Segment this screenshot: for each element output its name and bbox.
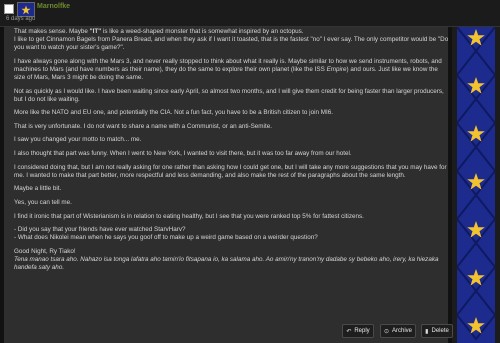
archive-button[interactable]: ⊙ Archive [380, 324, 416, 338]
select-checkbox[interactable] [4, 4, 14, 14]
post-body: That makes sense. Maybe "IT" is like a w… [14, 28, 450, 278]
paragraph: I saw you changed your motto to match...… [14, 136, 142, 144]
paragraph: I have always gone along with the Mars 3… [14, 57, 442, 81]
post-header: Marnolfke 6 days ago [0, 0, 500, 27]
reply-icon: ↶ [346, 328, 352, 335]
avatar[interactable] [17, 2, 35, 17]
username-link[interactable]: Marnolfke [37, 3, 70, 10]
paragraph: Maybe a little bit. [14, 185, 62, 193]
paragraph: Good Night, Ry Tiako! Tena manao tsara ah… [14, 247, 439, 271]
paragraph: That is very unfortunate. I do not want … [14, 122, 272, 130]
paragraph: Not as quickly as I would like. I have b… [14, 87, 444, 103]
archive-icon: ⊙ [383, 328, 389, 335]
reply-button[interactable]: ↶ Reply [342, 324, 374, 338]
star-flag-icon [21, 5, 31, 14]
paragraph: I find it ironic that part of Wisteriani… [14, 212, 364, 220]
paragraph: I considered doing that, but I am not re… [14, 163, 447, 179]
paragraph: More like the NATO and EU one, and poten… [14, 109, 333, 117]
paragraph: I also thought that part was funny. When… [14, 150, 352, 158]
delete-button[interactable]: ▮ Delete [421, 324, 453, 338]
star-pattern-icon [457, 27, 495, 341]
flag-banner [457, 27, 495, 343]
post-timestamp: 6 days ago [6, 16, 36, 22]
paragraph: Yes, you can tell me. [14, 198, 72, 206]
paragraph: That makes sense. Maybe "IT" is like a w… [14, 28, 449, 52]
trash-icon: ▮ [425, 328, 429, 335]
paragraph: - Did you say that your friends have eve… [14, 226, 318, 242]
